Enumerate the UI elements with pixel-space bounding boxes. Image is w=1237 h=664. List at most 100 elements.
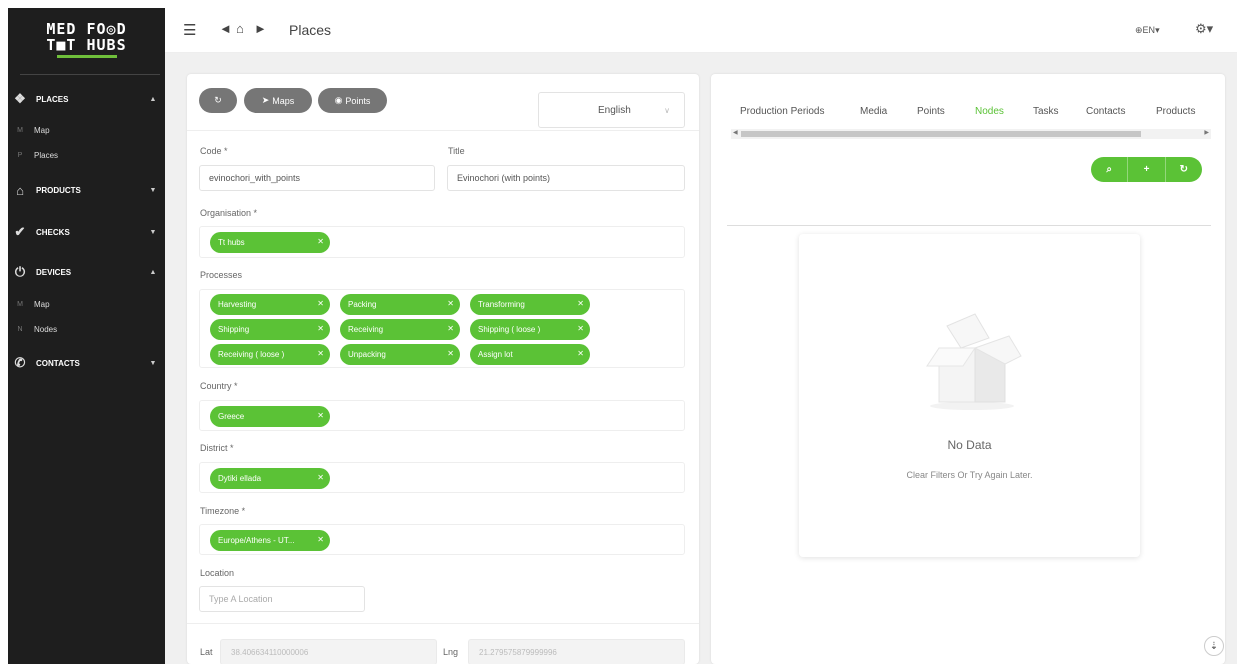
- empty-box-icon: [926, 313, 1022, 410]
- process-tag[interactable]: Receiving ( loose ) ✕: [210, 344, 330, 365]
- chevron-down-icon: ∨: [664, 106, 670, 115]
- sidebar-subitem-places-map[interactable]: M Map: [8, 122, 165, 138]
- location-input[interactable]: Type A Location: [199, 586, 365, 612]
- close-icon[interactable]: ✕: [447, 349, 454, 358]
- refresh-icon[interactable]: ↻: [1166, 157, 1202, 182]
- lng-field[interactable]: 21.279575879999996: [468, 639, 685, 664]
- subitem-letter: P: [17, 151, 23, 159]
- process-tag[interactable]: Receiving ✕: [340, 319, 460, 340]
- power-icon: ⏻: [14, 264, 26, 279]
- points-button[interactable]: ◉ Points: [318, 88, 387, 113]
- sidebar-item-places[interactable]: ❖ PLACES ▲: [8, 87, 165, 111]
- globe-icon: ⊕: [1135, 25, 1143, 35]
- tag-label: Transforming: [478, 300, 525, 309]
- forward-icon[interactable]: ►: [254, 21, 267, 36]
- processes-select[interactable]: Harvesting ✕ Packing ✕ Transforming ✕ Shipp…: [199, 289, 685, 368]
- process-tag[interactable]: Packing ✕: [340, 294, 460, 315]
- sidebar-item-products[interactable]: ⌂ PRODUCTS ▼: [8, 178, 165, 202]
- sidebar-item-contacts[interactable]: ✆ CONTACTS ▼: [8, 351, 165, 375]
- maps-button[interactable]: ➤ Maps: [244, 88, 312, 113]
- country-select[interactable]: Greece ✕: [199, 400, 685, 431]
- lat-field[interactable]: 38.406634110000006: [220, 639, 437, 664]
- tag-label: Tt hubs: [218, 238, 245, 247]
- organisation-select[interactable]: Tt hubs ✕: [199, 226, 685, 258]
- organisation-label: Organisation *: [200, 208, 258, 218]
- divider: [187, 623, 699, 624]
- search-icon[interactable]: ⌕: [1091, 157, 1129, 182]
- close-icon[interactable]: ✕: [317, 473, 324, 482]
- close-icon[interactable]: ✕: [317, 535, 324, 544]
- language-menu[interactable]: ⊕EN▾: [1135, 25, 1160, 36]
- close-icon[interactable]: ✕: [447, 299, 454, 308]
- code-label: Code *: [200, 146, 228, 156]
- process-tag[interactable]: Shipping ✕: [210, 319, 330, 340]
- sidebar-item-label: PLACES: [36, 94, 69, 104]
- language-select[interactable]: English ∨: [538, 92, 685, 128]
- language-code: EN: [1142, 25, 1156, 35]
- gear-icon[interactable]: ⚙▾: [1195, 21, 1213, 37]
- close-icon[interactable]: ✕: [577, 299, 584, 308]
- caret-down-icon: ▼: [149, 228, 157, 236]
- scroll-left-icon[interactable]: ◀: [733, 129, 738, 136]
- title-field[interactable]: Evinochori (with points): [447, 165, 685, 191]
- tab-contacts[interactable]: Contacts: [1086, 106, 1125, 117]
- location-label: Location: [200, 568, 235, 578]
- district-select[interactable]: Dytiki ellada ✕: [199, 462, 685, 493]
- process-tag[interactable]: Assign lot ✕: [470, 344, 590, 365]
- tab-products[interactable]: Products: [1156, 106, 1195, 117]
- close-icon[interactable]: ✕: [317, 299, 324, 308]
- process-tag[interactable]: Transforming ✕: [470, 294, 590, 315]
- code-field[interactable]: evinochori_with_points: [199, 165, 435, 191]
- scrollbar-thumb[interactable]: [741, 131, 1141, 137]
- process-tag[interactable]: Harvesting ✕: [210, 294, 330, 315]
- related-data-card: Production Periods Media Points Nodes Ta…: [711, 74, 1225, 664]
- tag-label: Europe/Athens - UT...: [218, 536, 295, 545]
- add-icon[interactable]: +: [1128, 157, 1166, 182]
- sidebar-item-checks[interactable]: ✔ CHECKS ▼: [8, 220, 165, 244]
- organisation-tag[interactable]: Tt hubs ✕: [210, 232, 330, 253]
- sidebar-item-devices[interactable]: ⏻ DEVICES ▲: [8, 260, 165, 284]
- close-icon[interactable]: ✕: [447, 324, 454, 333]
- scroll-right-icon[interactable]: ▶: [1204, 129, 1209, 136]
- subitem-label: Places: [34, 150, 59, 160]
- tag-label: Greece: [218, 412, 245, 421]
- process-tag[interactable]: Unpacking ✕: [340, 344, 460, 365]
- tab-media[interactable]: Media: [860, 106, 887, 117]
- home-icon[interactable]: ⌂: [236, 21, 244, 36]
- process-tag[interactable]: Shipping ( loose ) ✕: [470, 319, 590, 340]
- close-icon[interactable]: ✕: [317, 349, 324, 358]
- timezone-select[interactable]: Europe/Athens - UT... ✕: [199, 524, 685, 555]
- tab-production-periods[interactable]: Production Periods: [740, 106, 825, 117]
- refresh-button[interactable]: ↻: [199, 88, 237, 113]
- logo-underline: [56, 54, 117, 58]
- phone-icon: ✆: [14, 355, 26, 370]
- district-tag[interactable]: Dytiki ellada ✕: [210, 468, 330, 489]
- tab-points[interactable]: Points: [917, 106, 945, 117]
- tab-tasks[interactable]: Tasks: [1033, 106, 1059, 117]
- country-label: Country *: [200, 381, 238, 391]
- sidebar: MED FO◎D T■T HUBS ❖ PLACES ▲ M Map P Pla…: [8, 8, 165, 664]
- empty-state-message: Clear Filters Or Try Again Later.: [906, 470, 1033, 480]
- close-icon[interactable]: ✕: [317, 324, 324, 333]
- close-icon[interactable]: ✕: [317, 411, 324, 420]
- divider: [727, 225, 1211, 226]
- close-icon[interactable]: ✕: [317, 237, 324, 246]
- sidebar-subitem-devices-map[interactable]: M Map: [8, 296, 165, 312]
- place-form-card: ↻ ➤ Maps ◉ Points English ∨ Code * Title e…: [187, 74, 699, 664]
- timezone-tag[interactable]: Europe/Athens - UT... ✕: [210, 530, 330, 551]
- sidebar-subitem-places-places[interactable]: P Places: [8, 147, 165, 163]
- maps-button-label: Maps: [272, 95, 295, 106]
- empty-state-title: No Data: [947, 438, 992, 452]
- back-icon[interactable]: ◄: [219, 21, 232, 36]
- tabs-scrollbar[interactable]: ◀ ▶: [731, 129, 1211, 139]
- app-logo[interactable]: MED FO◎D T■T HUBS: [8, 8, 165, 70]
- sidebar-subitem-devices-nodes[interactable]: N Nodes: [8, 321, 165, 337]
- close-icon[interactable]: ✕: [577, 324, 584, 333]
- close-icon[interactable]: ✕: [577, 349, 584, 358]
- tab-nodes[interactable]: Nodes: [975, 106, 1004, 117]
- scroll-to-top-button[interactable]: ⇣: [1204, 636, 1224, 656]
- sidebar-item-label: CONTACTS: [36, 358, 80, 368]
- menu-icon[interactable]: ☰: [183, 21, 196, 39]
- topbar: ☰ ◄ ⌂ ► Places ⊕EN▾ ⚙▾: [165, 8, 1237, 53]
- country-tag[interactable]: Greece ✕: [210, 406, 330, 427]
